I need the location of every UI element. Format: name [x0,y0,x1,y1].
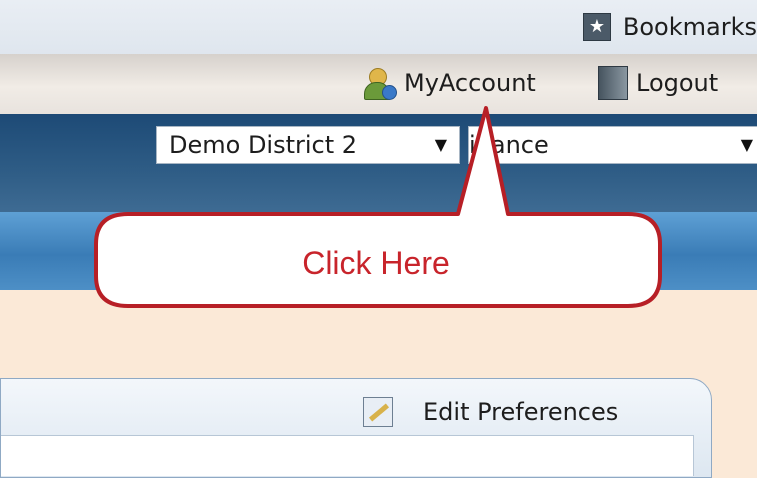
callout-bubble [94,106,662,308]
callout-text: Click Here [302,245,450,281]
